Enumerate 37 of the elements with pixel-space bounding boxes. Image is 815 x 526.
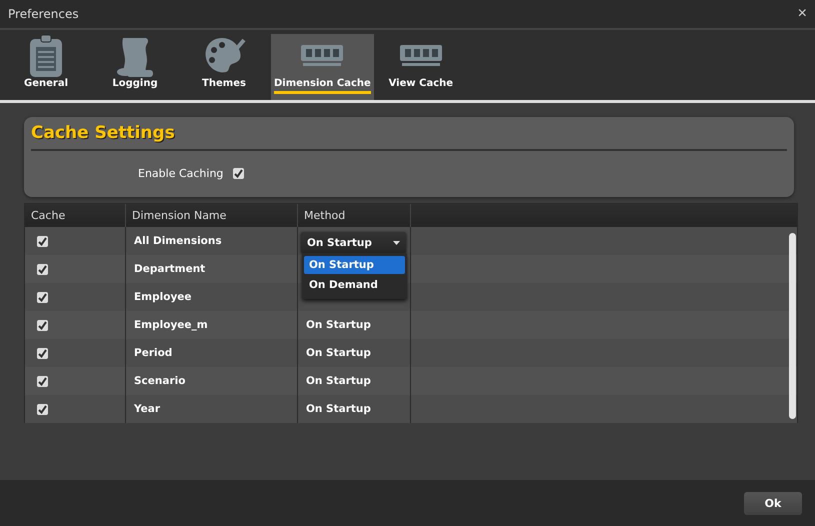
checkbox[interactable] — [233, 168, 244, 179]
scrollbar[interactable] — [789, 233, 796, 419]
dropdown-option[interactable]: On Startup — [304, 256, 405, 274]
table-cell: On Startup — [306, 319, 371, 331]
tab[interactable]: General — [4, 34, 88, 100]
close-button[interactable]: × — [798, 5, 807, 23]
memory-module-icon — [398, 43, 443, 69]
tab[interactable]: Logging — [93, 34, 177, 100]
table-cell: On Startup — [306, 347, 371, 359]
checkbox[interactable] — [37, 292, 48, 302]
table-cell: Scenario — [134, 375, 186, 387]
checkbox[interactable] — [37, 236, 48, 246]
tab[interactable]: Dimension Cache — [271, 34, 374, 100]
caret-icon — [393, 240, 400, 244]
checkbox[interactable] — [37, 320, 48, 330]
table-cell: Employee_m — [134, 319, 208, 331]
checkbox[interactable] — [37, 264, 48, 274]
table-cell: Year — [134, 403, 160, 415]
checkbox[interactable] — [37, 348, 48, 358]
panel-title: Cache Settings — [31, 123, 787, 151]
table-cell: On Startup — [306, 403, 371, 415]
table-cell: Period — [134, 347, 172, 359]
checkbox-label: Enable Caching — [138, 167, 224, 180]
checkbox[interactable] — [37, 376, 48, 386]
clipboard-icon — [28, 34, 64, 78]
memory-module-icon — [300, 43, 344, 69]
window-title: Preferences — [8, 7, 79, 21]
table-cell: On Startup — [306, 375, 371, 387]
table-cell: Employee — [134, 291, 192, 303]
table-cell: Department — [134, 263, 206, 275]
tab[interactable]: Themes — [182, 34, 266, 100]
checkbox[interactable] — [37, 404, 48, 414]
tab[interactable]: View Cache — [378, 34, 463, 100]
table-cell: All Dimensions — [134, 235, 222, 247]
dropdown-option[interactable]: On Demand — [304, 276, 405, 294]
ok-button[interactable]: Ok — [744, 492, 802, 514]
method-dropdown[interactable]: On Startup — [301, 232, 406, 253]
